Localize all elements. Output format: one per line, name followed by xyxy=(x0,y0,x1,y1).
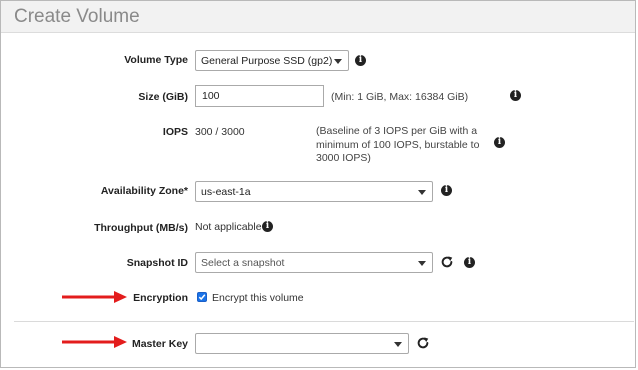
volume-type-select[interactable]: General Purpose SSD (gp2) xyxy=(195,50,349,71)
info-icon[interactable]: i xyxy=(464,257,475,268)
chevron-down-icon xyxy=(418,261,426,266)
dialog-header: Create Volume xyxy=(1,1,635,33)
check-icon xyxy=(198,294,206,301)
master-key-select[interactable] xyxy=(195,333,409,354)
encrypt-checkbox-label[interactable]: Encrypt this volume xyxy=(212,292,304,304)
info-icon[interactable]: i xyxy=(441,185,452,196)
iops-hint-line: minimum of 100 IOPS, burstable to xyxy=(316,138,480,151)
refresh-icon[interactable] xyxy=(440,255,454,269)
availability-zone-value: us-east-1a xyxy=(201,186,251,198)
iops-hint: (Baseline of 3 IOPS per GiB with a minim… xyxy=(316,125,479,166)
chevron-down-icon xyxy=(394,342,402,347)
snapshot-select[interactable]: Select a snapshot xyxy=(195,252,433,273)
availability-zone-label: Availability Zone* xyxy=(100,185,188,197)
encryption-label: Encryption xyxy=(133,292,188,304)
info-icon[interactable]: i xyxy=(494,137,505,148)
info-icon[interactable]: i xyxy=(355,55,366,66)
refresh-icon[interactable] xyxy=(416,336,430,350)
size-hint: (Min: 1 GiB, Max: 16384 GiB) xyxy=(331,91,469,103)
size-input[interactable]: 100 xyxy=(195,85,324,107)
volume-type-value: General Purpose SSD (gp2) xyxy=(201,55,333,67)
snapshot-label: Snapshot ID xyxy=(126,257,188,269)
throughput-value: Not applicable xyxy=(195,221,262,233)
encrypt-checkbox[interactable] xyxy=(197,292,207,302)
size-label: Size (GiB) xyxy=(138,91,188,103)
availability-zone-select[interactable]: us-east-1a xyxy=(195,181,433,202)
throughput-label: Throughput (MB/s) xyxy=(94,222,188,234)
chevron-down-icon xyxy=(334,59,342,64)
iops-hint-line: (Baseline of 3 IOPS per GiB with a xyxy=(316,125,478,137)
master-key-label: Master Key xyxy=(131,338,188,350)
iops-value: 300 / 3000 xyxy=(195,126,245,138)
volume-type-label: Volume Type xyxy=(124,54,188,66)
iops-label: IOPS xyxy=(162,126,188,138)
info-icon[interactable]: i xyxy=(510,90,521,101)
chevron-down-icon xyxy=(418,190,426,195)
section-divider xyxy=(14,321,634,322)
iops-hint-line: 3000 IOPS) xyxy=(316,152,371,164)
dialog-title: Create Volume xyxy=(14,6,140,27)
snapshot-placeholder: Select a snapshot xyxy=(201,257,285,269)
info-icon[interactable]: i xyxy=(262,221,273,232)
